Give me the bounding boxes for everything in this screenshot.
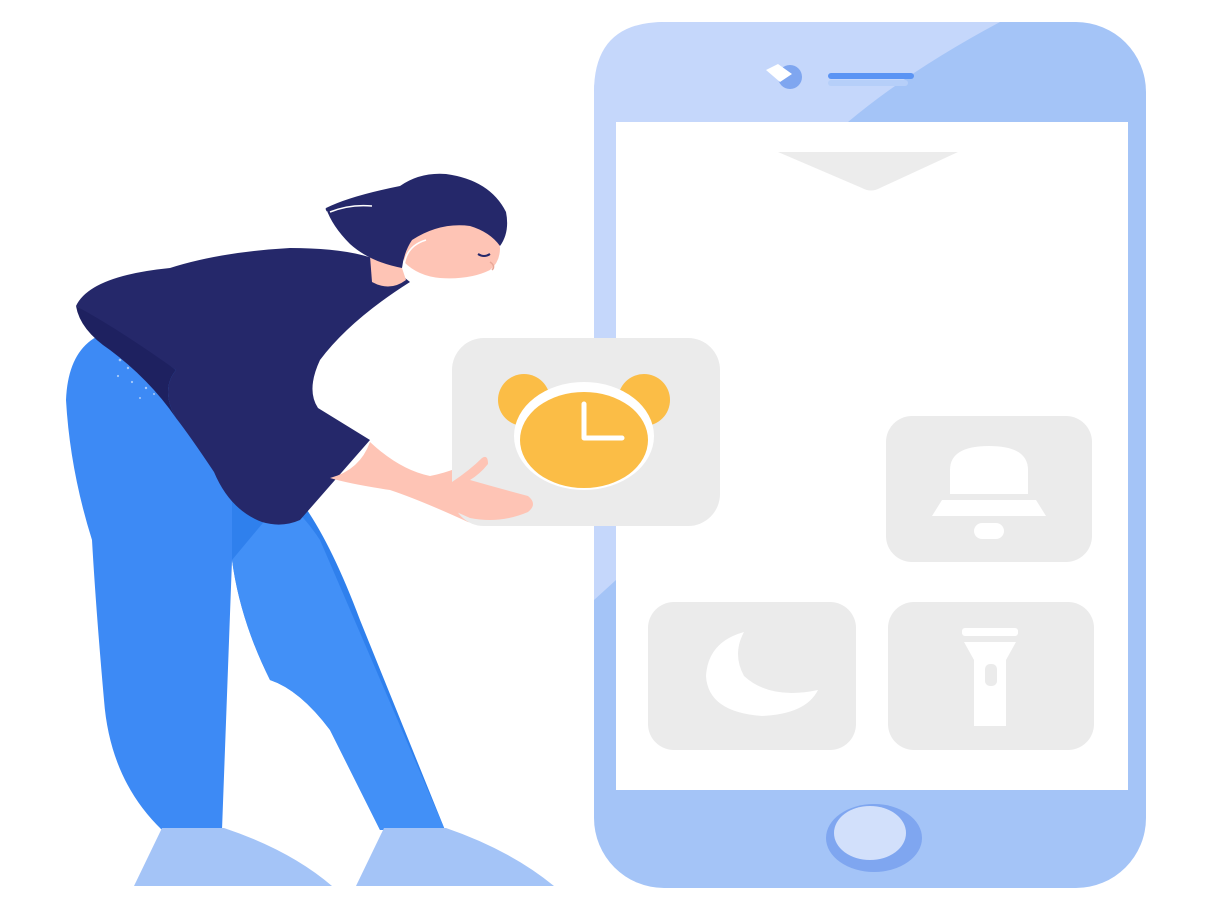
back-shoe: [356, 828, 554, 886]
bell-tile[interactable]: [886, 416, 1092, 562]
moon-tile[interactable]: [648, 602, 856, 750]
speaker-slot: [828, 73, 914, 79]
illustration-scene: [0, 0, 1216, 912]
person: [66, 173, 554, 886]
illustration-canvas: [66, 22, 1146, 888]
home-button[interactable]: [834, 806, 906, 860]
front-shoe: [134, 828, 332, 886]
pants-shade: [232, 500, 445, 830]
flashlight-tile[interactable]: [888, 602, 1094, 750]
